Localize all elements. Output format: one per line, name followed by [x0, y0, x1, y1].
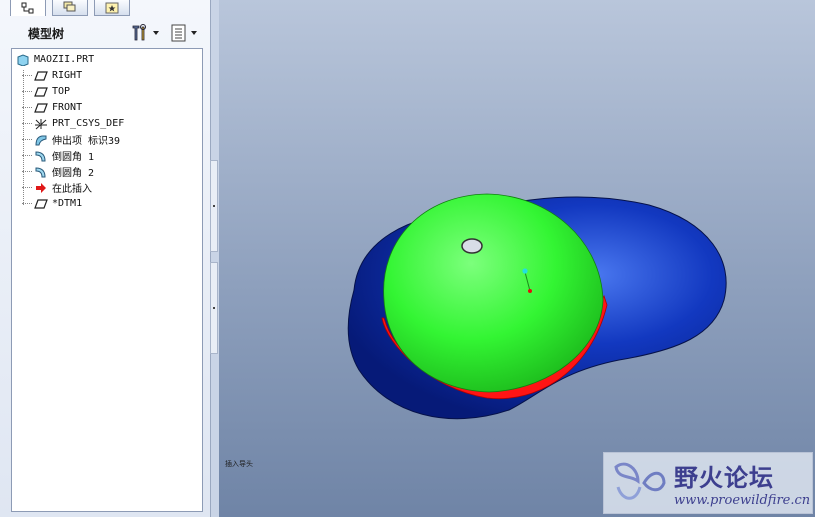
panel-tabs [0, 0, 210, 16]
round-icon [34, 150, 48, 162]
grip-dot [213, 307, 215, 309]
tree-item-label: 倒圆角 2 [52, 168, 95, 179]
tree-item-label: 伸出项 标识39 [52, 136, 121, 147]
tools-icon [132, 24, 146, 41]
datum-plane-icon [34, 198, 48, 210]
watermark: 野火论坛 www.proewildfire.cn [603, 452, 813, 514]
tree-item-dtm1[interactable]: *DTM1 [22, 196, 82, 211]
crown-hole [461, 238, 483, 254]
part-icon [16, 53, 30, 66]
datum-plane-icon [34, 102, 48, 114]
csys-point-marker [528, 289, 532, 293]
csys-origin-marker [522, 268, 528, 274]
chevron-down-icon [191, 31, 197, 35]
grip-dot [213, 205, 215, 207]
tree-item-label: RIGHT [52, 70, 83, 81]
tree-item-label: 倒圆角 1 [52, 152, 95, 163]
tree-structure-icon [21, 2, 34, 14]
tree-root-label: MAOZII.PRT [34, 54, 95, 65]
tree-item-label: PRT_CSYS_DEF [52, 118, 125, 129]
datum-plane-icon [34, 86, 48, 98]
watermark-url: www.proewildfire.cn [674, 493, 811, 508]
status-text: 插入导头 [225, 460, 253, 468]
tree-item-label: TOP [52, 86, 71, 97]
insert-here-arrow-icon [34, 182, 48, 194]
graphics-viewport[interactable]: 插入导头 [219, 0, 815, 517]
tree-item-round-1[interactable]: 倒圆角 1 [22, 148, 94, 163]
tab-favorites[interactable] [94, 0, 130, 16]
tab-model-tree[interactable] [10, 0, 46, 16]
tree-item-insert-here[interactable]: 在此插入 [22, 180, 92, 195]
model-render [347, 193, 727, 420]
tree-item-right[interactable]: RIGHT [22, 68, 82, 83]
tree-item-csys[interactable]: PRT_CSYS_DEF [22, 116, 124, 131]
chevron-down-icon [153, 31, 159, 35]
list-icon [171, 24, 186, 42]
tree-settings-button[interactable] [130, 23, 162, 43]
tree-show-button[interactable] [170, 23, 202, 43]
tree-title: 模型树 [28, 27, 65, 41]
panel-splitter-handle[interactable] [210, 160, 218, 252]
tree-root[interactable]: MAOZII.PRT [16, 52, 94, 67]
round-icon [34, 166, 48, 178]
tree-item-label: 在此插入 [52, 184, 92, 195]
model-tree: MAOZII.PRT RIGHT TOP FRONT PRT_CSYS_DEF … [11, 48, 203, 512]
tree-item-protrusion[interactable]: 伸出项 标识39 [22, 132, 120, 147]
datum-plane-icon [34, 70, 48, 82]
layers-icon [63, 1, 76, 12]
tree-item-front[interactable]: FRONT [22, 100, 82, 115]
tree-item-label: FRONT [52, 102, 83, 113]
coordinate-system-icon [34, 118, 48, 130]
model-tree-panel: 模型树 MAOZII.PRT RIGHT TOP FRONT PRT_CSYS_… [0, 0, 211, 517]
tab-layers[interactable] [52, 0, 88, 16]
tree-header: 模型树 [0, 17, 210, 47]
tree-item-top[interactable]: TOP [22, 84, 70, 99]
protrusion-icon [34, 134, 48, 146]
butterfly-logo-icon [614, 462, 666, 500]
tree-item-label: *DTM1 [52, 198, 83, 209]
panel-splitter-handle[interactable] [210, 262, 218, 354]
star-icon [105, 2, 119, 13]
watermark-title: 野火论坛 [674, 464, 774, 492]
tree-item-round-2[interactable]: 倒圆角 2 [22, 164, 94, 179]
